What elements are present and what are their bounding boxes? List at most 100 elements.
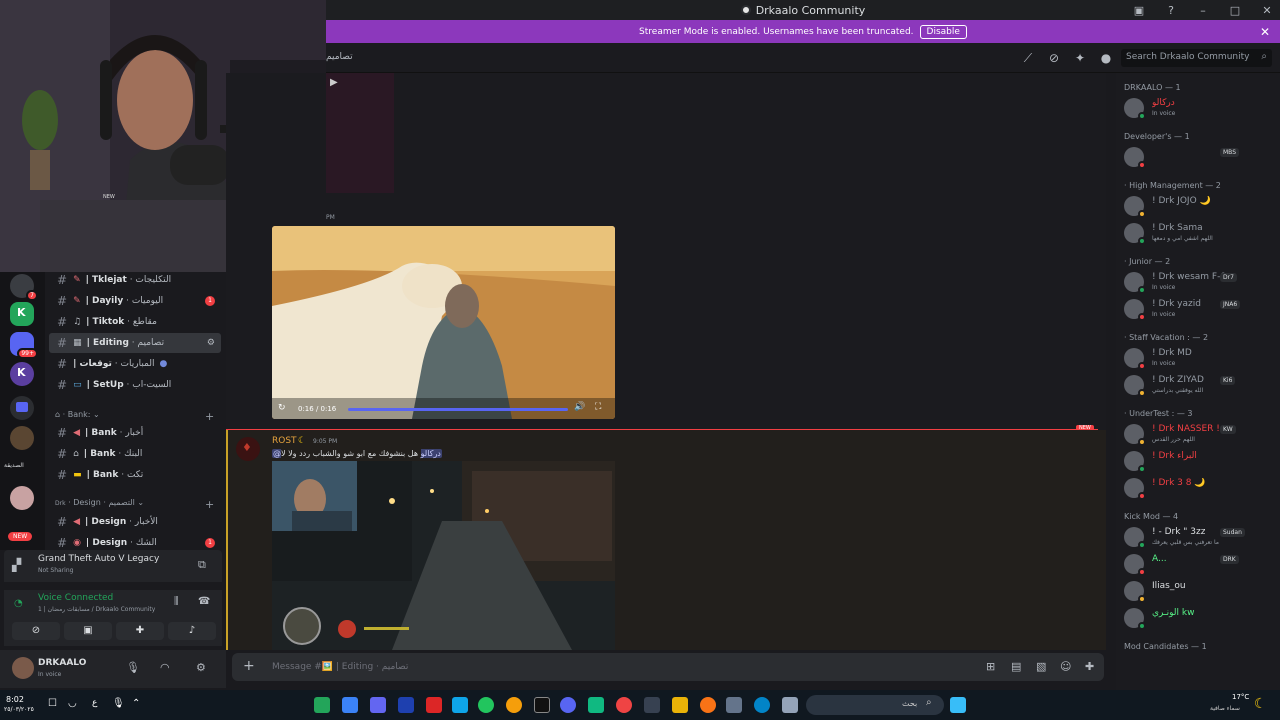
replay-icon[interactable]: ↻ — [278, 403, 286, 413]
inbox-icon[interactable]: ▣ — [1132, 4, 1146, 17]
gameplay-attachment[interactable] — [272, 461, 615, 650]
taskbar-search[interactable]: بحث ⌕ — [806, 695, 944, 715]
member-item[interactable]: دركالو In voice — [1124, 95, 1276, 121]
disconnect-icon[interactable]: ☎ — [198, 596, 210, 607]
channel-item-tklejat[interactable]: # ✎ | Tklejat · التكليجات — [49, 270, 221, 290]
server-icon[interactable]: 7 — [10, 274, 38, 301]
server-icon-green[interactable]: K — [10, 302, 34, 326]
member-item[interactable]: ! Drk ZIYAD الله يوفقني بدراستي Ki6 — [1124, 372, 1276, 398]
close-button[interactable]: ✕ — [1260, 4, 1274, 17]
clock-time[interactable]: 8:02 — [6, 695, 24, 704]
channel-item-bank[interactable]: # ⌂ | Bank · البنك — [49, 444, 221, 464]
share-screen-icon[interactable]: ⧉ — [198, 558, 206, 572]
member-item[interactable]: MBS — [1124, 144, 1276, 170]
play-icon[interactable]: ▶ — [330, 77, 338, 88]
video-progress[interactable] — [348, 408, 568, 411]
fullscreen-icon[interactable]: ⛶ — [595, 402, 601, 412]
app-icon[interactable] — [726, 697, 742, 713]
search-input[interactable]: Search Drkaalo Community ⌕ — [1121, 49, 1272, 67]
pin-icon[interactable]: ✦ — [1072, 50, 1088, 66]
server-icon-photo[interactable] — [10, 426, 34, 450]
apps-icon[interactable]: ✚ — [1085, 660, 1094, 673]
server-icon-purple[interactable]: K — [10, 362, 34, 386]
member-item[interactable]: ! Drk NASSER ! ... اللهم حرر القدس KW — [1124, 421, 1276, 447]
signal-icon[interactable]: ◔ — [14, 598, 23, 609]
folder-icon[interactable] — [10, 396, 34, 420]
clock-date[interactable]: ٢٥/٠٣/٢٠٢٥ — [4, 706, 34, 713]
minimize-button[interactable]: – — [1196, 4, 1210, 17]
help-icon[interactable]: ? — [1164, 4, 1178, 17]
gift-icon[interactable]: ⊞ — [986, 660, 995, 673]
app-icon[interactable] — [452, 697, 468, 713]
server-icon-pink[interactable] — [10, 486, 34, 510]
app-icon[interactable] — [342, 697, 358, 713]
add-attachment-icon[interactable]: + — [243, 658, 255, 674]
add-channel-icon[interactable]: + — [205, 410, 214, 423]
category-design[interactable]: Drk · Design · التصميم ⌄ + — [55, 498, 214, 511]
close-icon[interactable]: ✕ — [1260, 25, 1270, 39]
channel-item-bank-news[interactable]: # ◀ | Bank · أخبار — [49, 423, 221, 443]
avatar[interactable]: ♦ — [236, 437, 260, 461]
channel-item-design-news[interactable]: # ◀ | Design · الأخبار — [49, 512, 221, 532]
chrome-icon[interactable] — [506, 697, 522, 713]
app-icon[interactable] — [588, 697, 604, 713]
headphones-icon[interactable]: ◠ — [160, 661, 170, 674]
app-icon[interactable] — [426, 697, 442, 713]
app-icon[interactable] — [314, 697, 330, 713]
message-input[interactable]: + Message #🖼️ | Editing · تصاميم ⊞ ▤ ▧ ☺… — [232, 653, 1104, 681]
app-icon[interactable] — [700, 697, 716, 713]
channel-item-predictions[interactable]: # | توقعات · المباريات ● — [49, 354, 221, 374]
sticker-icon[interactable]: ▧ — [1036, 660, 1046, 673]
member-item[interactable]: ! Drk JOJO 🌙 — [1124, 193, 1276, 219]
app-icon[interactable] — [370, 697, 386, 713]
category-bank[interactable]: ⌂ · Bank: ⌄ + — [55, 410, 214, 423]
member-item[interactable]: ! Drk yazid In voice JNA6 — [1124, 296, 1276, 322]
emoji-icon[interactable]: ☺ — [1060, 660, 1071, 673]
activities-button[interactable]: ✚ — [116, 622, 164, 640]
member-item[interactable]: ! - Drk " 3zz ما تعرفني بس قلبي يعرفك Suda… — [1124, 524, 1276, 550]
members-icon[interactable]: ● — [1098, 50, 1114, 66]
camera-off-button[interactable]: ⊘ — [12, 622, 60, 640]
settings-icon[interactable]: ⚙ — [196, 661, 206, 674]
new-pill[interactable]: NEW — [8, 532, 33, 541]
edge-icon[interactable] — [754, 697, 770, 713]
weather-temp[interactable]: 17°C — [1232, 693, 1249, 701]
member-item[interactable]: الونـري kw — [1124, 605, 1276, 631]
microphone-icon[interactable]: 🎙 — [126, 661, 140, 674]
channel-item-bank-ticket[interactable]: # ▬ | Bank · تكت — [49, 465, 221, 485]
channel-item-dayily[interactable]: # ✎ | Dayily · اليوميات 1 — [49, 291, 221, 311]
noise-icon[interactable]: ⫼ — [174, 596, 179, 607]
app-icon[interactable] — [616, 697, 632, 713]
server-icon-blue[interactable]: 99+ — [10, 332, 38, 359]
language-indicator[interactable]: ع — [92, 698, 97, 708]
start-icon[interactable] — [950, 697, 966, 713]
member-item[interactable]: ! Drk wesam F-0 In voice Dr7 — [1124, 269, 1276, 295]
member-item[interactable]: ! Drk Sama اللهم اشفي امي و دمعها — [1124, 220, 1276, 246]
member-item[interactable]: A... DRK — [1124, 551, 1276, 577]
microphone-icon[interactable]: 🎙 — [112, 698, 125, 709]
voice-channel[interactable]: 1 | مسابقات رمضان / Drkaalo Community — [38, 606, 155, 613]
settings-icon[interactable]: ⚙ — [207, 338, 215, 348]
soundboard-button[interactable]: ♪ — [168, 622, 216, 640]
avatar[interactable] — [12, 657, 34, 679]
message-author[interactable]: ROST — [272, 436, 297, 446]
channel-item-setup[interactable]: # ▭ | SetUp · السيت-اب — [49, 375, 221, 395]
channel-item-editing[interactable]: # ▦ | Editing · تصاميم ⚙ — [49, 333, 221, 353]
screen-share-button[interactable]: ▣ — [64, 622, 112, 640]
volume-icon[interactable]: 🔊 — [574, 402, 585, 412]
discord-icon[interactable] — [560, 697, 576, 713]
member-item[interactable]: ! Drk 3 8 🌙 — [1124, 475, 1276, 501]
video-attachment[interactable]: ↻ 0:16 / 0:16 🔊 ⛶ — [272, 226, 615, 419]
channel-item-tiktok[interactable]: # ♫ | Tiktok · مقاطع — [49, 312, 221, 332]
app-icon[interactable] — [534, 697, 550, 713]
add-channel-icon[interactable]: + — [205, 498, 214, 511]
gif-icon[interactable]: ▤ — [1011, 660, 1021, 673]
maximize-button[interactable]: □ — [1228, 4, 1242, 17]
member-item[interactable]: Ilias_ou — [1124, 578, 1276, 604]
member-item[interactable]: ! Drk البراء — [1124, 448, 1276, 474]
folder-icon[interactable] — [672, 697, 688, 713]
member-item[interactable]: ! Drk MD In voice — [1124, 345, 1276, 371]
app-icon[interactable] — [782, 697, 798, 713]
previous-attachment[interactable]: ▶ — [326, 73, 394, 193]
whatsapp-icon[interactable] — [478, 697, 494, 713]
